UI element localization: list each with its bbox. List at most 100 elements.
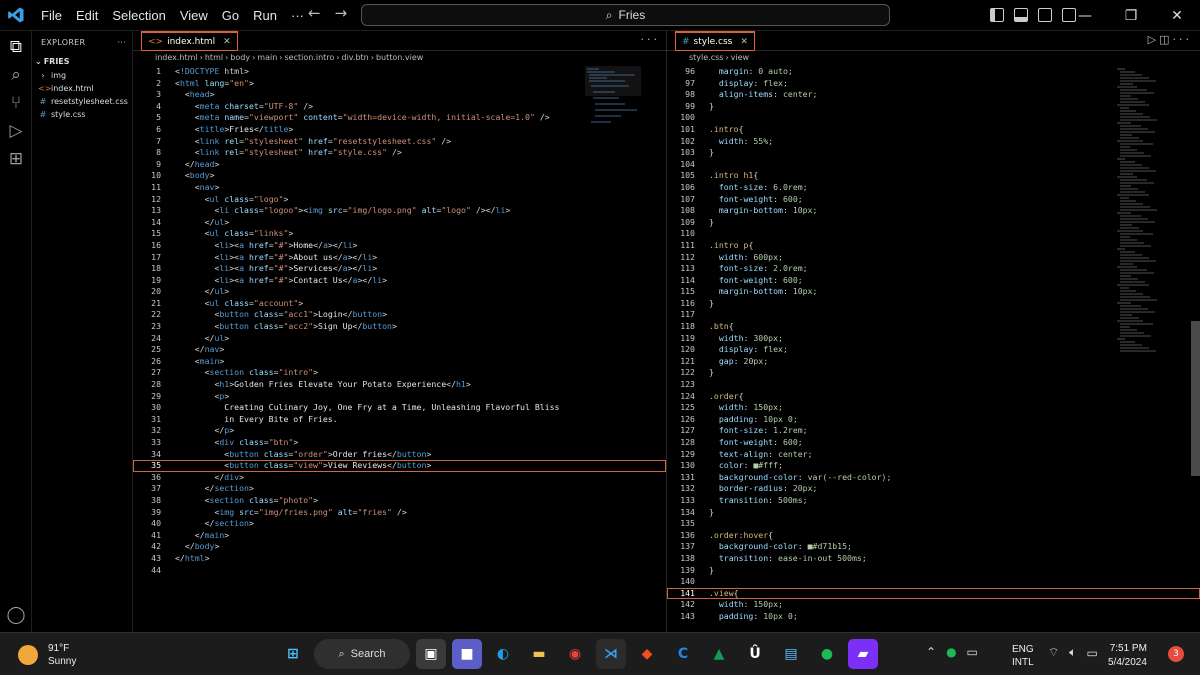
edge-icon[interactable]: ◐ [488,639,518,669]
code-line[interactable]: 135 [667,518,1200,530]
code-line[interactable]: 16 <li><a href="#">Home</a></li> [133,240,666,252]
run-icon[interactable]: ▷ [1148,33,1159,46]
chrome-icon[interactable]: ◉ [560,639,590,669]
run-debug-icon[interactable]: ▷ [4,119,28,143]
breadcrumb-item[interactable]: style.css [689,53,723,62]
code-line[interactable]: 17 <li><a href="#">About us</a></li> [133,252,666,264]
teams-icon[interactable]: ■ [452,639,482,669]
back-arrow-icon[interactable]: ← [308,4,321,22]
task-view-icon[interactable]: ▣ [416,639,446,669]
code-line[interactable]: 36 </div> [133,472,666,484]
usb-icon[interactable]: ▭ [967,645,978,659]
code-line[interactable]: 31 in Every Bite of Fries. [133,414,666,426]
source-control-icon[interactable]: ⑂ [4,91,28,115]
code-line[interactable]: 129 text-align: center; [667,449,1200,461]
account-icon[interactable]: ◯ [4,603,28,627]
code-line[interactable]: 13 <li class="logoo"><img src="img/logo.… [133,205,666,217]
code-line[interactable]: 44 [133,565,666,577]
code-line[interactable]: 29 <p> [133,391,666,403]
code-line[interactable]: 131 background-color: var(--red-color); [667,472,1200,484]
code-line[interactable]: 136 .order:hover{ [667,530,1200,542]
restore-icon[interactable]: ❐ [1108,0,1154,31]
monitor-icon[interactable]: ▤ [776,639,806,669]
code-line[interactable]: 24 </ul> [133,333,666,345]
forward-arrow-icon[interactable]: → [335,4,348,22]
code-line[interactable]: 137 background-color: ■#d71b15; [667,541,1200,553]
code-line[interactable]: 27 <section class="intro"> [133,367,666,379]
code-line[interactable]: 38 <section class="photo"> [133,495,666,507]
tab-index-html[interactable]: <> index.html ✕ [141,31,238,51]
editor-more-icon[interactable]: ··· [1173,33,1193,46]
tree-item-style-css[interactable]: # style.css [32,108,132,121]
code-line[interactable]: 140 [667,576,1200,588]
code-line[interactable]: 128 font-weight: 600; [667,437,1200,449]
code-line[interactable]: 12 <ul class="logo"> [133,194,666,206]
code-line[interactable]: 35 <button class="view">View Reviews</bu… [133,460,666,472]
code-line[interactable]: 139} [667,565,1200,577]
breadcrumb-item[interactable]: html [205,53,223,62]
folder-root[interactable]: ⌄ FRIES [32,53,132,69]
split-editor-icon[interactable]: ◫ [1159,33,1172,46]
tab-style-css[interactable]: # style.css ✕ [675,31,755,51]
toggle-secondary-sidebar-icon[interactable] [1038,8,1052,22]
explorer-more-button[interactable]: ··· [117,38,126,47]
code-line[interactable]: 124 .order{ [667,391,1200,403]
menu-run[interactable]: Run [246,8,284,23]
code-line[interactable]: 121 gap: 20px; [667,356,1200,368]
spotify-tray-icon[interactable]: ● [946,645,956,659]
clock[interactable]: 7:51 PM 5/4/2024 [1108,642,1147,670]
code-line[interactable]: 10 <body> [133,170,666,182]
code-line[interactable]: 123 [667,379,1200,391]
close-icon[interactable]: ✕ [223,37,231,47]
tree-item-index-html[interactable]: <> index.html [32,82,132,95]
code-line[interactable]: 143 padding: 10px 0; [667,611,1200,623]
taskbar-search[interactable]: ⌕ Search [314,639,410,669]
extensions-icon[interactable]: ⊞ [4,147,28,171]
code-line[interactable]: 141 .view{ [667,587,1200,600]
c-app-icon[interactable]: C [668,639,698,669]
code-line[interactable]: 142 width: 150px; [667,599,1200,611]
vscode-taskbar-icon[interactable]: ⋊ [596,639,626,669]
editor-more-icon[interactable]: ··· [641,33,661,46]
close-icon[interactable]: ✕ [740,37,748,47]
breadcrumb-item[interactable]: main [257,53,277,62]
code-line[interactable]: 9 </head> [133,159,666,171]
code-line[interactable]: 30 Creating Culinary Joy, One Fry at a T… [133,402,666,414]
code-line[interactable]: 125 width: 150px; [667,402,1200,414]
figma-icon[interactable]: ◆ [632,639,662,669]
code-line[interactable]: 23 <button class="acc2">Sign Up</button> [133,321,666,333]
search-icon[interactable]: ⌕ [4,63,28,87]
chevron-up-icon[interactable]: ⌃ [926,645,936,659]
close-icon[interactable]: ✕ [1154,0,1200,31]
menu-selection[interactable]: Selection [105,8,172,23]
file-explorer-icon[interactable]: ▬ [524,639,554,669]
code-line[interactable]: 132 border-radius: 20px; [667,483,1200,495]
code-line[interactable]: 25 </nav> [133,344,666,356]
breadcrumb-item[interactable]: button.view [376,53,423,62]
code-line[interactable]: 33 <div class="btn"> [133,437,666,449]
code-line[interactable]: 26 <main> [133,356,666,368]
code-line[interactable]: 133 transition: 500ms; [667,495,1200,507]
minimap-left[interactable] [585,66,641,156]
code-line[interactable]: 11 <nav> [133,182,666,194]
code-line[interactable]: 22 <button class="acc1">Login</button> [133,309,666,321]
breadcrumb-item[interactable]: index.html [155,53,198,62]
minimize-icon[interactable]: — [1062,0,1108,31]
breadcrumb-item[interactable]: view [731,53,749,62]
weather-widget[interactable]: 91°F Sunny [18,642,76,668]
code-line[interactable]: 138 transition: ease-in-out 500ms; [667,553,1200,565]
explorer-files-icon[interactable]: ⧉ [4,35,28,59]
code-line[interactable]: 134} [667,507,1200,519]
code-line[interactable]: 21 <ul class="account"> [133,298,666,310]
code-line[interactable]: 37 </section> [133,483,666,495]
scrollbar-thumb[interactable] [1191,321,1200,476]
code-line[interactable]: 122} [667,367,1200,379]
code-line[interactable]: 15 <ul class="links"> [133,228,666,240]
menu-view[interactable]: View [173,8,215,23]
code-line[interactable]: 20 </ul> [133,286,666,298]
quick-settings[interactable]: ⌔ 🔈︎ ▭ [1048,645,1098,660]
input-language[interactable]: ENG INTL [1012,643,1034,669]
menu-edit[interactable]: Edit [69,8,105,23]
notification-badge[interactable]: 3 [1168,646,1184,662]
breadcrumb-item[interactable]: section.intro [285,53,335,62]
